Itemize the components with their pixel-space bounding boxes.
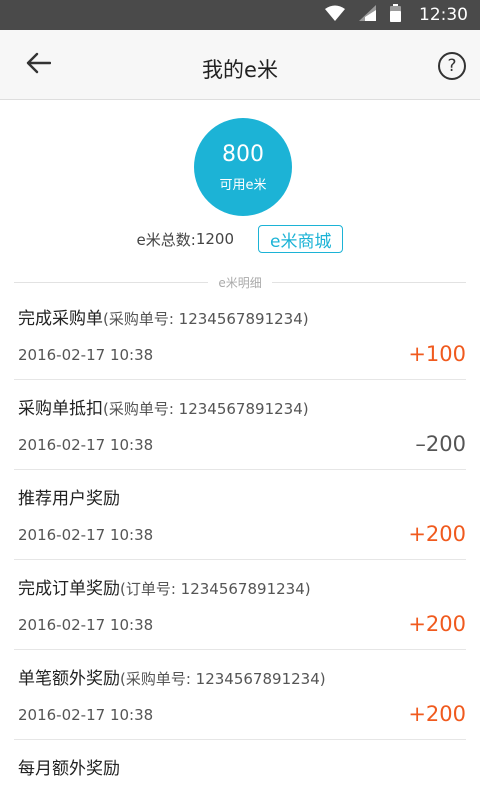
record-list: 完成采购单(采购单号: 1234567891234) 2016-02-17 10… bbox=[0, 290, 480, 800]
record-title: 每月额外奖励 bbox=[18, 759, 120, 779]
battery-icon bbox=[390, 4, 401, 26]
record-note: (采购单号: 1234567891234) bbox=[120, 670, 326, 688]
record-amount: –200 bbox=[415, 432, 466, 456]
list-item[interactable]: 采购单抵扣(采购单号: 1234567891234) 2016-02-17 10… bbox=[14, 380, 466, 470]
list-item[interactable]: 单笔额外奖励(采购单号: 1234567891234) 2016-02-17 1… bbox=[14, 650, 466, 740]
help-button[interactable]: ? bbox=[438, 52, 466, 80]
total-label: e米总数: bbox=[136, 230, 196, 249]
available-balance-label: 可用e米 bbox=[219, 177, 267, 193]
list-item[interactable]: 每月额外奖励 bbox=[14, 740, 466, 800]
record-time: 2016-02-17 10:38 bbox=[18, 706, 154, 724]
record-time: 2016-02-17 10:38 bbox=[18, 436, 154, 454]
wifi-icon bbox=[325, 5, 345, 25]
total-value: 1200 bbox=[195, 230, 234, 248]
total-row: e米总数: 1200 e米商城 bbox=[0, 224, 480, 254]
app-bar: 我的e米 ? bbox=[0, 30, 480, 100]
record-note: (采购单号: 1234567891234) bbox=[103, 400, 309, 418]
divider-line bbox=[14, 281, 209, 283]
question-icon: ? bbox=[447, 56, 457, 76]
list-item[interactable]: 完成采购单(采购单号: 1234567891234) 2016-02-17 10… bbox=[14, 290, 466, 380]
record-time: 2016-02-17 10:38 bbox=[18, 526, 154, 544]
status-bar: 12:30 bbox=[0, 0, 480, 30]
record-title: 完成采购单(采购单号: 1234567891234) bbox=[18, 309, 309, 329]
section-label: e米明细 bbox=[218, 275, 262, 290]
emi-mall-button[interactable]: e米商城 bbox=[258, 225, 344, 253]
divider-line bbox=[271, 281, 467, 283]
record-time: 2016-02-17 10:38 bbox=[18, 346, 154, 364]
record-title: 采购单抵扣(采购单号: 1234567891234) bbox=[18, 399, 309, 419]
record-title: 完成订单奖励(订单号: 1234567891234) bbox=[18, 579, 311, 599]
page-title: 我的e米 bbox=[202, 58, 278, 82]
section-divider: e米明细 bbox=[14, 274, 467, 290]
record-title: 单笔额外奖励(采购单号: 1234567891234) bbox=[18, 669, 326, 689]
record-amount: +200 bbox=[408, 702, 466, 726]
available-balance-value: 800 bbox=[222, 141, 264, 167]
record-title: 推荐用户奖励 bbox=[18, 489, 120, 509]
status-time: 12:30 bbox=[419, 5, 468, 25]
record-amount: +100 bbox=[408, 342, 466, 366]
list-item[interactable]: 推荐用户奖励 2016-02-17 10:38 +200 bbox=[14, 470, 466, 560]
record-note: (订单号: 1234567891234) bbox=[120, 580, 311, 598]
balance-circle: 800 可用e米 bbox=[194, 118, 292, 216]
list-item[interactable]: 完成订单奖励(订单号: 1234567891234) 2016-02-17 10… bbox=[14, 560, 466, 650]
record-note: (采购单号: 1234567891234) bbox=[103, 310, 309, 328]
record-amount: +200 bbox=[408, 612, 466, 636]
record-amount: +200 bbox=[408, 522, 466, 546]
record-time: 2016-02-17 10:38 bbox=[18, 616, 154, 634]
cell-signal-icon bbox=[359, 5, 376, 25]
